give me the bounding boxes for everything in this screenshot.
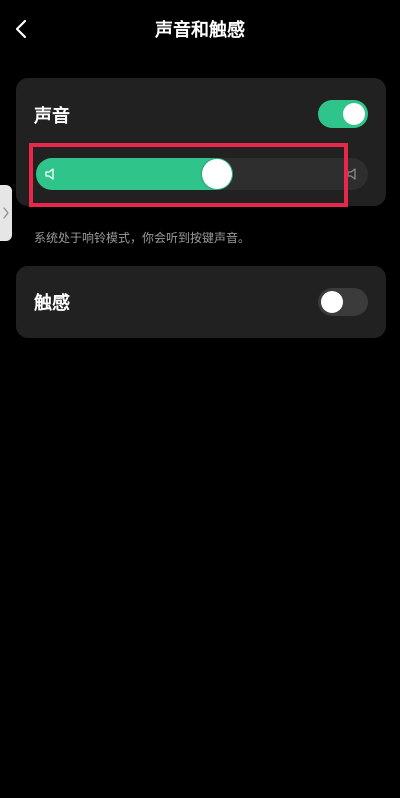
haptic-card: 触感	[16, 266, 386, 338]
page-title: 声音和触感	[155, 20, 245, 41]
sound-label: 声音	[34, 106, 70, 127]
sound-toggle[interactable]	[318, 100, 368, 128]
toggle-knob	[343, 103, 365, 125]
sound-card: 声音	[16, 78, 386, 206]
haptic-label: 触感	[34, 293, 70, 314]
speaker-low-icon	[45, 168, 54, 180]
volume-slider-thumb[interactable]	[202, 159, 232, 189]
speaker-high-icon	[347, 168, 356, 180]
toggle-knob	[321, 291, 343, 313]
chevron-right-icon	[3, 207, 9, 219]
header-bar: 声音和触感	[0, 0, 400, 58]
haptic-toggle[interactable]	[318, 288, 368, 316]
side-panel-handle[interactable]	[0, 185, 12, 241]
volume-slider[interactable]	[36, 158, 368, 190]
sound-mode-hint: 系统处于响铃模式，你会听到按键声音。	[34, 231, 251, 245]
